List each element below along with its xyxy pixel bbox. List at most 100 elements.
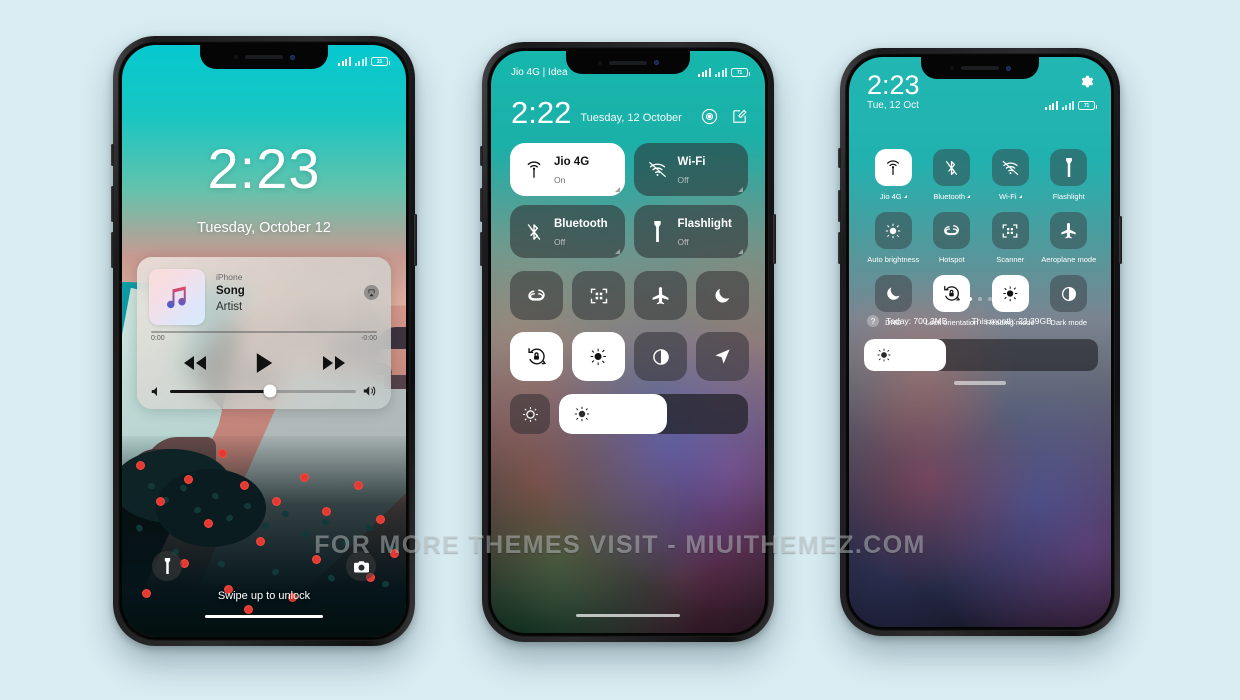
expand-corner[interactable] <box>738 249 743 254</box>
tile-flashlight[interactable]: Flashlight Off <box>633 205 748 258</box>
miui-tile-scanner[interactable]: Scanner <box>981 212 1040 264</box>
page-dot[interactable] <box>968 297 972 301</box>
signal-bars-1-icon <box>338 57 351 66</box>
flashlight-shortcut[interactable] <box>152 551 182 581</box>
page-indicator[interactable] <box>849 297 1111 301</box>
tile-jio-4g[interactable]: Jio 4G On <box>510 143 625 196</box>
tile-label: Jio 4G <box>554 155 590 168</box>
expand-arrow-icon <box>967 195 971 198</box>
miui-tile-wifi[interactable]: Wi-Fi <box>981 149 1040 201</box>
location-toggle[interactable] <box>696 332 749 381</box>
airplane-toggle[interactable] <box>634 271 687 320</box>
power-button-3[interactable] <box>1119 216 1122 264</box>
play-icon[interactable] <box>255 352 274 374</box>
power-button-2[interactable] <box>773 214 776 264</box>
airplay-icon[interactable] <box>364 285 379 300</box>
clock-date: Tuesday, 12 October <box>580 112 682 124</box>
big-tile-row-2: Bluetooth Off Flashlight Off <box>510 205 748 258</box>
reading-mode-toggle[interactable] <box>572 332 625 381</box>
miui-tile-label: Scanner <box>996 255 1025 264</box>
proximity-sensor-icon-2 <box>597 60 602 65</box>
miui-tile-bluetooth[interactable]: Bluetooth <box>923 149 982 201</box>
big-tile-row-1: Jio 4G On Wi-Fi Off <box>510 143 748 196</box>
brightness-slider[interactable] <box>559 394 748 434</box>
volume-slider[interactable] <box>170 384 356 398</box>
mute-switch-3[interactable] <box>838 148 841 168</box>
brightness-icon-3 <box>874 212 912 249</box>
phone3-statusbar: 71 <box>1045 101 1097 110</box>
flashlight-icon-3 <box>1050 149 1088 186</box>
lock-rotation-icon-3 <box>933 275 971 312</box>
edit-icon[interactable] <box>731 108 748 125</box>
auto-brightness-toggle[interactable]: A <box>510 394 550 434</box>
home-indicator[interactable] <box>205 614 323 618</box>
brightness-icon <box>574 406 590 422</box>
volume-down-button-2[interactable] <box>480 232 483 266</box>
notch-2 <box>566 51 690 74</box>
lock-orientation-toggle[interactable] <box>510 332 563 381</box>
miui-tile-label: Aeroplane mode <box>1041 255 1097 264</box>
page-dot[interactable] <box>988 297 992 301</box>
moon-icon <box>715 288 730 303</box>
miui-tile-jio-4g[interactable]: Jio 4G <box>864 149 923 201</box>
expand-corner[interactable] <box>614 187 620 192</box>
hotspot-toggle[interactable] <box>510 271 563 320</box>
mute-switch[interactable] <box>111 144 114 166</box>
front-camera-icon-3 <box>1005 65 1011 71</box>
volume-low-icon <box>151 386 157 396</box>
data-month: This month: 23.39GB <box>971 316 1052 326</box>
data-usage-row[interactable]: ? Today: 700.3MB This month: 23.39GB <box>867 315 1095 327</box>
volume-knob[interactable] <box>263 384 277 398</box>
rewind-icon[interactable] <box>183 355 207 371</box>
music-device: iPhone <box>216 272 243 282</box>
signal-bars-2-icon-3 <box>1061 101 1074 110</box>
svg-text:A: A <box>528 412 532 418</box>
phone-lockscreen: 21 2:23 Tuesday, October 12 iPhone Song … <box>111 36 417 646</box>
expand-corner[interactable] <box>738 187 743 192</box>
volume-down-button-3[interactable] <box>838 232 841 264</box>
wifi-off-icon-3 <box>991 149 1029 186</box>
reading-mode-icon <box>590 348 607 366</box>
panel-drag-handle[interactable] <box>954 381 1006 385</box>
phone1-screen: 21 2:23 Tuesday, October 12 iPhone Song … <box>122 45 406 637</box>
power-button[interactable] <box>414 214 417 266</box>
dark-mode-toggle[interactable] <box>634 332 687 381</box>
playback-progress[interactable] <box>151 331 377 333</box>
miui-tile-auto-brightness[interactable]: Auto brightness <box>864 212 923 264</box>
miui-brightness-slider[interactable] <box>864 339 1098 371</box>
camera-shortcut[interactable] <box>346 551 376 581</box>
front-camera-icon <box>289 54 295 60</box>
tile-wifi[interactable]: Wi-Fi Off <box>633 143 748 196</box>
gear-icon[interactable] <box>1080 74 1095 94</box>
music-note-icon <box>167 286 186 309</box>
miui-tile-aeroplane-mode[interactable]: Aeroplane mode <box>1040 212 1099 264</box>
miui-tile-hotspot[interactable]: Hotspot <box>923 212 982 264</box>
volume-up-button-3[interactable] <box>838 190 841 222</box>
volume-up-button-2[interactable] <box>480 188 483 222</box>
scanner-toggle[interactable] <box>572 271 625 320</box>
battery-level: 21 <box>377 58 382 65</box>
fast-forward-icon[interactable] <box>322 355 346 371</box>
miui-tile-label: Jio 4G <box>879 192 902 201</box>
expand-corner[interactable] <box>614 249 620 254</box>
miui-tile-flashlight[interactable]: Flashlight <box>1040 149 1099 201</box>
carrier-label: Jio 4G | Idea <box>511 67 568 78</box>
hotspot-icon <box>528 289 545 301</box>
data-today: Today: 700.3MB <box>886 316 948 326</box>
signal-bars-2-icon-2 <box>714 68 727 77</box>
battery-level-3: 71 <box>1084 102 1089 109</box>
music-widget[interactable]: iPhone Song Artist 0:00 -0:00 <box>137 257 391 409</box>
notch <box>200 45 328 69</box>
phone-ios-control-center: Jio 4G | Idea 71 2:22 Tuesday, 12 Octobe… <box>480 42 776 642</box>
home-indicator-2[interactable] <box>576 613 680 617</box>
tile-bluetooth[interactable]: Bluetooth Off <box>510 205 625 258</box>
scene: 21 2:23 Tuesday, October 12 iPhone Song … <box>0 0 1240 700</box>
page-dot[interactable] <box>978 297 982 301</box>
volume-up-button[interactable] <box>111 186 114 222</box>
dnd-toggle[interactable] <box>696 271 749 320</box>
battery-icon-2: 71 <box>731 68 750 77</box>
settings-circle-icon[interactable] <box>701 108 718 125</box>
expand-arrow-icon <box>903 195 907 198</box>
mute-switch-2[interactable] <box>480 146 483 166</box>
volume-down-button[interactable] <box>111 232 114 268</box>
